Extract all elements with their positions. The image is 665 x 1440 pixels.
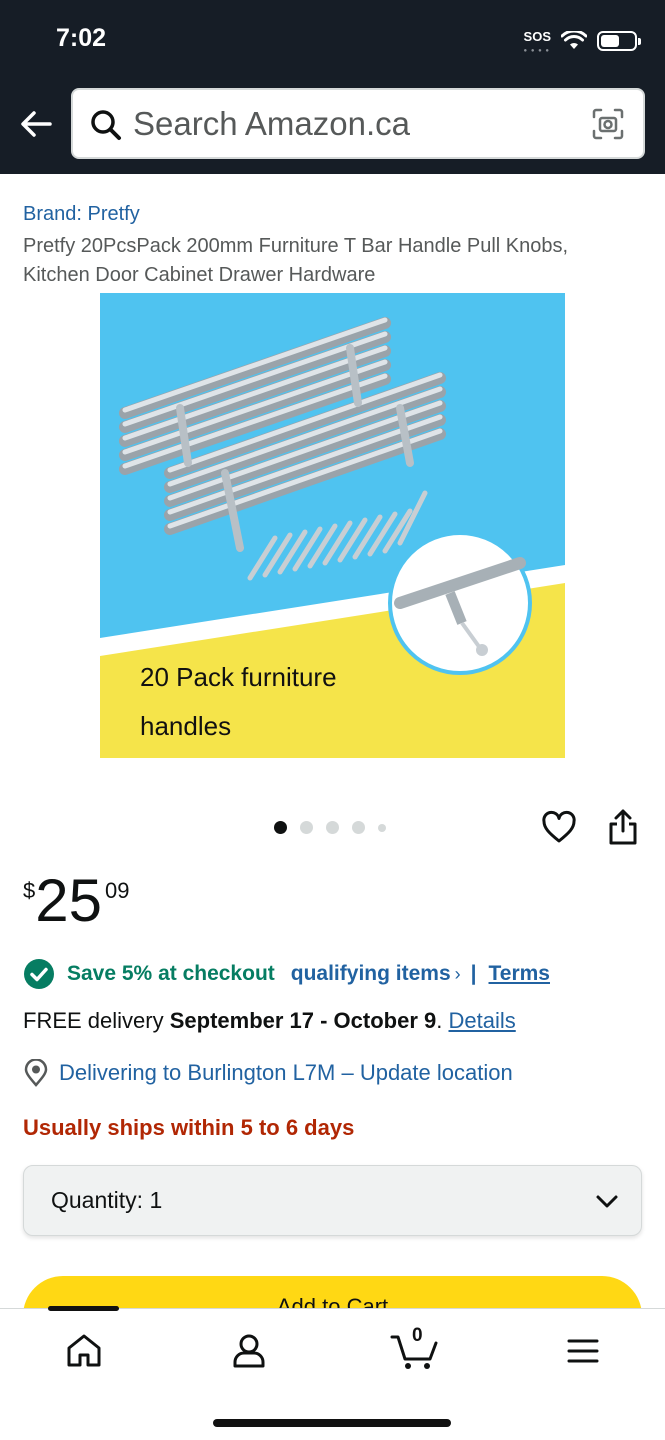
- delivery-details-link[interactable]: Details: [449, 1008, 516, 1033]
- shipping-estimate: Usually ships within 5 to 6 days: [23, 1115, 355, 1140]
- delivery-dates: September 17 - October 9: [169, 1008, 437, 1033]
- bottom-tab-bar: 0: [0, 1306, 665, 1440]
- search-input[interactable]: [133, 90, 573, 157]
- quantity-select[interactable]: Quantity: 1: [23, 1165, 642, 1236]
- price: $ 25 09: [23, 868, 129, 934]
- location-text[interactable]: Delivering to Burlington L7M – Update lo…: [59, 1060, 513, 1086]
- search-bar[interactable]: [71, 88, 645, 159]
- wifi-icon: [561, 31, 587, 49]
- product-title: Pretfy 20PcsPack 200mm Furniture T Bar H…: [23, 235, 569, 286]
- chevron-down-icon: [596, 1195, 618, 1208]
- quantity-label: Quantity: 1: [51, 1187, 163, 1213]
- search-icon: [91, 110, 121, 140]
- image-caption: 20 Pack furniture handles: [140, 662, 337, 741]
- qualifying-items-link[interactable]: qualifying items: [291, 962, 451, 986]
- price-symbol: $: [23, 878, 36, 903]
- delivery-info: FREE delivery September 17 - October 9. …: [23, 1008, 516, 1034]
- share-icon[interactable]: [606, 808, 640, 846]
- price-whole: 25: [35, 867, 102, 934]
- delivery-prefix: FREE delivery: [23, 1008, 170, 1033]
- product-image[interactable]: 20 Pack furniture handles: [100, 293, 565, 758]
- menu-icon[interactable]: [563, 1331, 603, 1371]
- cart-count: 0: [412, 1325, 423, 1346]
- promo-line: Save 5% at checkout qualifying items › |…: [23, 958, 550, 990]
- price-fraction: 09: [105, 878, 130, 903]
- promo-save-text: Save 5% at checkout: [67, 962, 275, 985]
- quantity-value: 1: [149, 1187, 163, 1213]
- status-icons: SOS ● ● ● ●: [523, 28, 641, 54]
- app-header: 7:02 SOS ● ● ● ●: [0, 0, 665, 174]
- cart-tab[interactable]: 0: [390, 1325, 440, 1371]
- carousel-dot[interactable]: [326, 821, 339, 834]
- carousel-dot[interactable]: [274, 821, 287, 834]
- battery-icon: [597, 31, 641, 51]
- home-icon[interactable]: [64, 1331, 104, 1371]
- home-indicator: [213, 1419, 451, 1427]
- status-time: 7:02: [56, 24, 107, 52]
- terms-link[interactable]: Terms: [489, 962, 550, 986]
- chevron-right-icon: ›: [454, 963, 461, 984]
- brand-link[interactable]: Brand: Pretfy: [23, 203, 140, 226]
- check-circle-icon: [24, 959, 54, 989]
- location-pin-icon: [24, 1059, 48, 1087]
- active-tab-indicator: [48, 1306, 119, 1311]
- account-icon[interactable]: [229, 1331, 269, 1371]
- carousel-dot[interactable]: [300, 821, 313, 834]
- sos-indicator: SOS ● ● ● ●: [523, 29, 551, 54]
- delivery-location[interactable]: Delivering to Burlington L7M – Update lo…: [23, 1059, 513, 1087]
- back-arrow-icon[interactable]: [16, 104, 56, 144]
- image-carousel-dots[interactable]: [274, 821, 386, 834]
- carousel-dot[interactable]: [352, 821, 365, 834]
- promo-separator: |: [470, 962, 477, 985]
- carousel-dot[interactable]: [378, 823, 386, 832]
- heart-icon[interactable]: [541, 810, 577, 846]
- delivery-suffix: .: [436, 1008, 449, 1033]
- camera-icon[interactable]: [591, 107, 625, 141]
